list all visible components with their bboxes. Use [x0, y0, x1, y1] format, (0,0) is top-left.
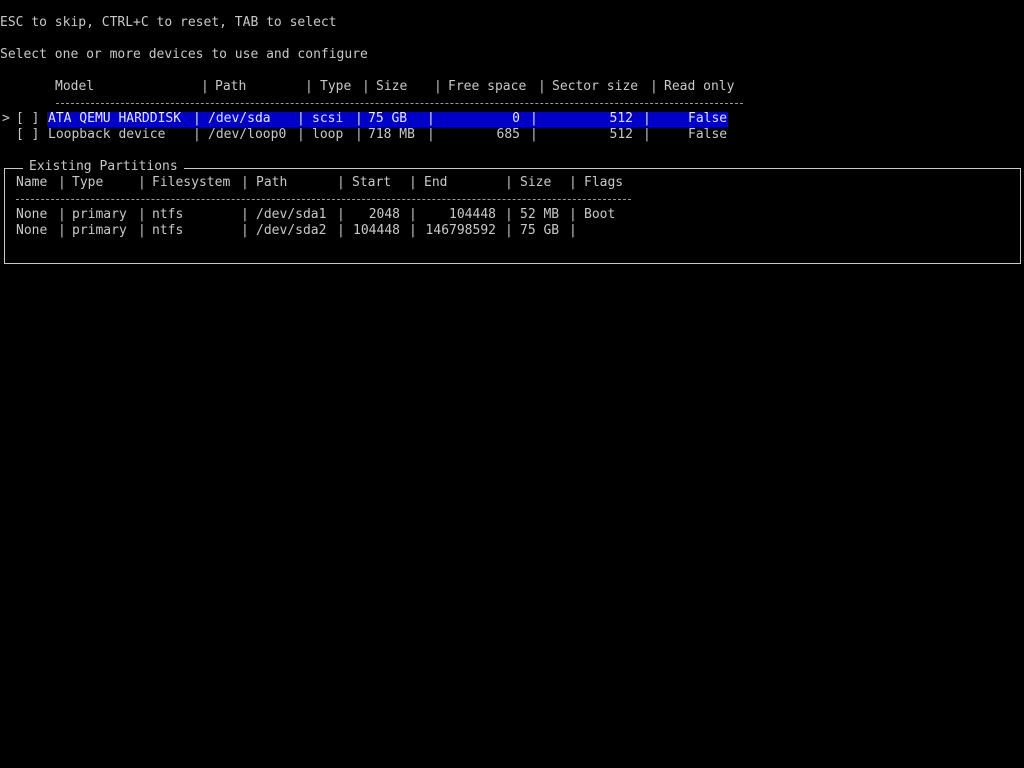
column-separator: | — [427, 111, 435, 126]
column-separator: | — [337, 175, 345, 190]
partition-filesystem: ntfs — [152, 207, 184, 222]
column-separator: | — [355, 127, 363, 142]
column-header-name: Name — [16, 175, 48, 190]
column-header-path: Path — [215, 79, 247, 94]
device-size: 75 GB — [368, 111, 408, 126]
device-path: /dev/loop0 — [208, 127, 287, 142]
column-header-read-only: Read only — [664, 79, 735, 94]
column-separator: | — [643, 127, 651, 142]
column-header-type: Type — [320, 79, 352, 94]
column-separator: | — [58, 207, 66, 222]
column-separator: | — [362, 79, 370, 94]
column-separator: | — [337, 207, 345, 222]
partition-end: 146798592 — [425, 223, 496, 238]
column-separator: | — [650, 79, 658, 94]
partition-type: primary — [72, 223, 127, 238]
column-separator: | — [530, 111, 538, 126]
column-separator: | — [505, 223, 513, 238]
device-model: ATA QEMU HARDDISK — [48, 111, 182, 126]
column-separator: | — [58, 223, 66, 238]
column-separator: | — [241, 207, 249, 222]
column-separator: | — [241, 223, 249, 238]
column-separator: | — [297, 111, 305, 126]
device-read-only: False — [688, 127, 728, 142]
device-table-header: Model | Path | Type | Size | Free space … — [0, 79, 1024, 95]
column-separator: | — [201, 79, 209, 94]
column-header-end: End — [424, 175, 448, 190]
key-hints: ESC to skip, CTRL+C to reset, TAB to sel… — [0, 15, 337, 30]
partition-start: 2048 — [368, 207, 400, 222]
column-separator: | — [355, 111, 363, 126]
row-cursor-indicator: > — [2, 111, 10, 126]
column-header-filesystem: Filesystem — [152, 175, 231, 190]
device-checkbox[interactable]: [ ] — [16, 111, 39, 127]
device-type: loop — [312, 127, 344, 142]
column-separator: | — [409, 223, 417, 238]
column-separator: | — [305, 79, 313, 94]
device-row[interactable]: [ ] Loopback device | /dev/loop0 | loop … — [0, 127, 1024, 143]
partition-filesystem: ntfs — [152, 223, 184, 238]
device-path: /dev/sda — [208, 111, 271, 126]
existing-partitions-title: Existing Partitions — [23, 159, 184, 175]
device-read-only: False — [688, 111, 728, 126]
device-sector-size: 512 — [609, 111, 633, 126]
partition-flags: Boot — [584, 207, 616, 222]
device-size: 718 MB — [368, 127, 415, 142]
column-header-type: Type — [72, 175, 104, 190]
partition-end: 104448 — [449, 207, 496, 222]
partition-name: None — [16, 207, 48, 222]
column-separator: | — [569, 207, 577, 222]
column-header-model: Model — [55, 79, 95, 94]
device-checkbox[interactable]: [ ] — [16, 127, 39, 143]
column-separator: | — [138, 207, 146, 222]
column-header-path: Path — [256, 175, 288, 190]
column-header-free-space: Free space — [448, 79, 527, 94]
column-header-size: Size — [376, 79, 408, 94]
column-separator: | — [569, 223, 577, 238]
column-separator: | — [409, 175, 417, 190]
partitions-table-header-divider — [16, 199, 631, 200]
partition-path: /dev/sda2 — [256, 223, 327, 238]
device-model: Loopback device — [48, 127, 166, 142]
column-header-flags: Flags — [584, 175, 624, 190]
column-separator: | — [530, 127, 538, 142]
device-selection-prompt: Select one or more devices to use and co… — [0, 47, 368, 62]
column-separator: | — [409, 207, 417, 222]
column-separator: | — [337, 223, 345, 238]
column-separator: | — [434, 79, 442, 94]
device-sector-size: 512 — [609, 127, 633, 142]
column-separator: | — [569, 175, 577, 190]
partition-row: None | primary | ntfs | /dev/sda2 | 1044… — [0, 223, 1024, 239]
partition-row: None | primary | ntfs | /dev/sda1 | 2048… — [0, 207, 1024, 223]
column-separator: | — [241, 175, 249, 190]
partition-name: None — [16, 223, 48, 238]
partition-size: 75 GB — [520, 223, 560, 238]
column-separator: | — [643, 111, 651, 126]
column-separator: | — [538, 79, 546, 94]
partition-start: 104448 — [353, 223, 400, 238]
device-free-space: 685 — [496, 127, 520, 142]
partition-type: primary — [72, 207, 127, 222]
device-table-header-divider — [56, 103, 743, 104]
column-separator: | — [138, 175, 146, 190]
column-separator: | — [138, 223, 146, 238]
column-header-size: Size — [520, 175, 552, 190]
device-row[interactable]: > [ ] ATA QEMU HARDDISK | /dev/sda | scs… — [0, 111, 1024, 127]
partition-size: 52 MB — [520, 207, 560, 222]
column-header-start: Start — [352, 175, 392, 190]
device-free-space: 0 — [512, 111, 520, 126]
column-separator: | — [427, 127, 435, 142]
partitions-table-header: Name | Type | Filesystem | Path | Start … — [0, 175, 1024, 191]
column-separator: | — [297, 127, 305, 142]
column-separator: | — [505, 207, 513, 222]
column-header-sector-size: Sector size — [552, 79, 639, 94]
column-separator: | — [505, 175, 513, 190]
partition-path: /dev/sda1 — [256, 207, 327, 222]
column-separator: | — [193, 111, 201, 126]
device-type: scsi — [312, 111, 344, 126]
column-separator: | — [193, 127, 201, 142]
column-separator: | — [58, 175, 66, 190]
